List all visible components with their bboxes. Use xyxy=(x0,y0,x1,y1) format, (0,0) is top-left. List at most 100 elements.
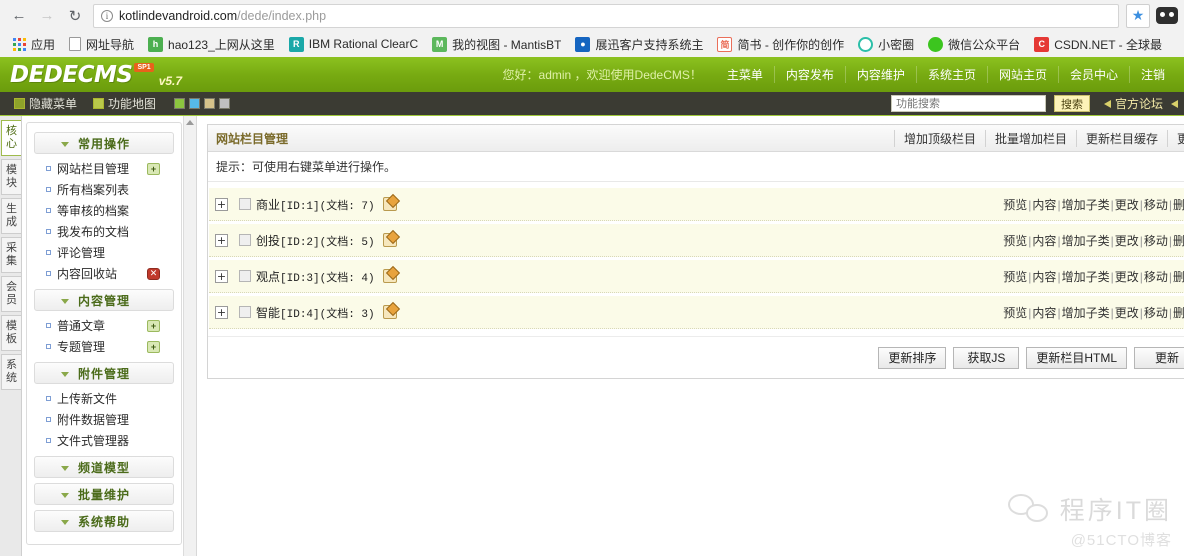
row-add-subcategory-link[interactable]: 增加子类 xyxy=(1062,234,1110,248)
row-add-subcategory-link[interactable]: 增加子类 xyxy=(1062,306,1110,320)
row-content-link[interactable]: 内容 xyxy=(1032,198,1056,212)
top-menu-site-home[interactable]: 网站主页 xyxy=(986,66,1058,83)
row-move-link[interactable]: 移动 xyxy=(1144,306,1168,320)
sidebar-item-site-column-manage[interactable]: 网站栏目管理 + xyxy=(32,158,176,179)
hide-menu-button[interactable]: 隐藏菜单 xyxy=(6,95,85,112)
quick-square-green-icon[interactable] xyxy=(174,98,186,109)
table-row[interactable]: + 商业[ID:1](文档: 7) 预览|内容|增加子类|更改|移动|删除 xyxy=(209,188,1184,221)
sidebar-group-content-manage[interactable]: 内容管理 xyxy=(34,289,174,311)
row-preview-link[interactable]: 预览 xyxy=(1003,234,1027,248)
sidebar-item-comment-manage[interactable]: 评论管理 xyxy=(32,242,176,263)
sidebar-item-all-archives[interactable]: 所有档案列表 xyxy=(32,179,176,200)
row-move-link[interactable]: 移动 xyxy=(1144,198,1168,212)
row-edit-link[interactable]: 更改 xyxy=(1115,234,1139,248)
row-checkbox[interactable] xyxy=(239,234,251,246)
batch-add-column-button[interactable]: 批量增加栏目 xyxy=(984,129,1076,147)
row-checkbox[interactable] xyxy=(239,306,251,318)
quick-square-gray-icon[interactable] xyxy=(219,98,231,109)
delete-badge-icon[interactable]: ✕ xyxy=(147,267,160,280)
row-preview-link[interactable]: 预览 xyxy=(1003,306,1027,320)
top-menu-main[interactable]: 主菜单 xyxy=(716,66,774,83)
extension-icon[interactable] xyxy=(1156,7,1178,24)
row-delete-link[interactable]: 删除 xyxy=(1173,234,1184,248)
function-map-button[interactable]: 功能地图 xyxy=(85,95,164,112)
row-edit-link[interactable]: 更改 xyxy=(1115,306,1139,320)
category-name[interactable]: 创投[ID:2](文档: 5) xyxy=(256,232,375,249)
row-checkbox[interactable] xyxy=(239,270,251,282)
get-js-button[interactable]: 获取JS xyxy=(953,346,1020,369)
top-menu-publish[interactable]: 内容发布 xyxy=(773,66,845,83)
row-delete-link[interactable]: 删除 xyxy=(1173,198,1184,212)
sidebar-scrollbar[interactable] xyxy=(183,116,196,556)
add-badge-icon[interactable]: + xyxy=(147,319,160,332)
edit-icon[interactable] xyxy=(382,197,397,211)
row-delete-link[interactable]: 删除 xyxy=(1173,270,1184,284)
add-badge-icon[interactable]: + xyxy=(147,340,160,353)
expand-icon[interactable]: + xyxy=(215,269,228,283)
sidebar-item-pending-review[interactable]: 等审核的档案 xyxy=(32,200,176,221)
table-row[interactable]: + 观点[ID:3](文档: 4) 预览|内容|增加子类|更改|移动|删除 xyxy=(209,260,1184,293)
bookmark-item[interactable]: ● 展迅客户支持系统主 xyxy=(568,36,710,53)
row-delete-link[interactable]: 删除 xyxy=(1173,306,1184,320)
row-move-link[interactable]: 移动 xyxy=(1144,234,1168,248)
vtab-collect[interactable]: 采集 xyxy=(1,237,21,273)
sidebar-item-topic-manage[interactable]: 专题管理 + xyxy=(32,336,176,357)
sidebar-item-upload-file[interactable]: 上传新文件 xyxy=(32,388,176,409)
row-checkbox[interactable] xyxy=(239,198,251,210)
reload-icon[interactable]: ↻ xyxy=(62,3,88,29)
top-menu-system-home[interactable]: 系统主页 xyxy=(915,66,987,83)
expand-icon[interactable]: + xyxy=(215,233,228,247)
sidebar-item-normal-article[interactable]: 普通文章 + xyxy=(32,315,176,336)
more-action-button[interactable]: 更 xyxy=(1166,129,1184,147)
row-edit-link[interactable]: 更改 xyxy=(1115,198,1139,212)
expand-icon[interactable]: + xyxy=(215,197,228,211)
vtab-member[interactable]: 会员 xyxy=(1,276,21,312)
bookmark-item[interactable]: h hao123_上网从这里 xyxy=(141,36,282,53)
vtab-system[interactable]: 系统 xyxy=(1,354,21,390)
sidebar-item-attachment-data[interactable]: 附件数据管理 xyxy=(32,409,176,430)
quick-square-blue-icon[interactable] xyxy=(189,98,201,109)
bookmark-item[interactable]: 微信公众平台 xyxy=(921,36,1027,53)
cms-logo[interactable]: DEDECMS SP1 v5.7 xyxy=(0,62,182,88)
update-column-html-button[interactable]: 更新栏目HTML xyxy=(1026,346,1127,369)
bookmark-apps[interactable]: 应用 xyxy=(6,36,62,53)
vtab-core[interactable]: 核心 xyxy=(1,120,21,156)
row-add-subcategory-link[interactable]: 增加子类 xyxy=(1062,198,1110,212)
back-arrow-icon[interactable]: ← xyxy=(6,3,32,29)
bookmark-item[interactable]: 网址导航 xyxy=(62,36,141,53)
update-sort-button[interactable]: 更新排序 xyxy=(878,346,947,369)
sidebar-group-batch-maintain[interactable]: 批量维护 xyxy=(34,483,174,505)
edit-icon[interactable] xyxy=(382,233,397,247)
bookmark-item[interactable]: R IBM Rational ClearC xyxy=(282,36,425,52)
row-content-link[interactable]: 内容 xyxy=(1032,270,1056,284)
bookmark-item[interactable]: M 我的视图 - MantisBT xyxy=(425,36,568,53)
vtab-module[interactable]: 模块 xyxy=(1,159,21,195)
row-preview-link[interactable]: 预览 xyxy=(1003,270,1027,284)
quick-square-tan-icon[interactable] xyxy=(204,98,216,109)
add-top-column-button[interactable]: 增加顶级栏目 xyxy=(893,129,985,147)
table-row[interactable]: + 智能[ID:4](文档: 3) 预览|内容|增加子类|更改|移动|删除 xyxy=(209,296,1184,329)
top-menu-maintain[interactable]: 内容维护 xyxy=(844,66,916,83)
search-button[interactable]: 搜索 xyxy=(1053,95,1090,112)
bookmark-item[interactable]: 简 简书 - 创作你的创作 xyxy=(710,36,851,53)
bookmark-item[interactable]: C CSDN.NET - 全球最 xyxy=(1027,36,1169,53)
row-content-link[interactable]: 内容 xyxy=(1032,306,1056,320)
row-move-link[interactable]: 移动 xyxy=(1144,270,1168,284)
table-row[interactable]: + 创投[ID:2](文档: 5) 预览|内容|增加子类|更改|移动|删除 xyxy=(209,224,1184,257)
category-name[interactable]: 观点[ID:3](文档: 4) xyxy=(256,268,375,285)
edit-icon[interactable] xyxy=(382,305,397,319)
scroll-up-arrow-icon[interactable] xyxy=(186,120,194,125)
category-name[interactable]: 智能[ID:4](文档: 3) xyxy=(256,304,375,321)
search-input[interactable] xyxy=(890,95,1046,112)
expand-icon[interactable]: + xyxy=(215,305,228,319)
sidebar-item-file-manager[interactable]: 文件式管理器 xyxy=(32,430,176,451)
edit-icon[interactable] xyxy=(382,269,397,283)
site-info-icon[interactable]: i xyxy=(101,9,113,22)
vtab-template[interactable]: 模板 xyxy=(1,315,21,351)
forum-link[interactable]: 官方论坛 xyxy=(1098,95,1163,112)
refresh-column-cache-button[interactable]: 更新栏目缓存 xyxy=(1075,129,1167,147)
row-content-link[interactable]: 内容 xyxy=(1032,234,1056,248)
row-add-subcategory-link[interactable]: 增加子类 xyxy=(1062,270,1110,284)
bookmark-item[interactable]: 小密圈 xyxy=(851,36,921,53)
sidebar-item-recycle-bin[interactable]: 内容回收站 ✕ xyxy=(32,263,176,284)
